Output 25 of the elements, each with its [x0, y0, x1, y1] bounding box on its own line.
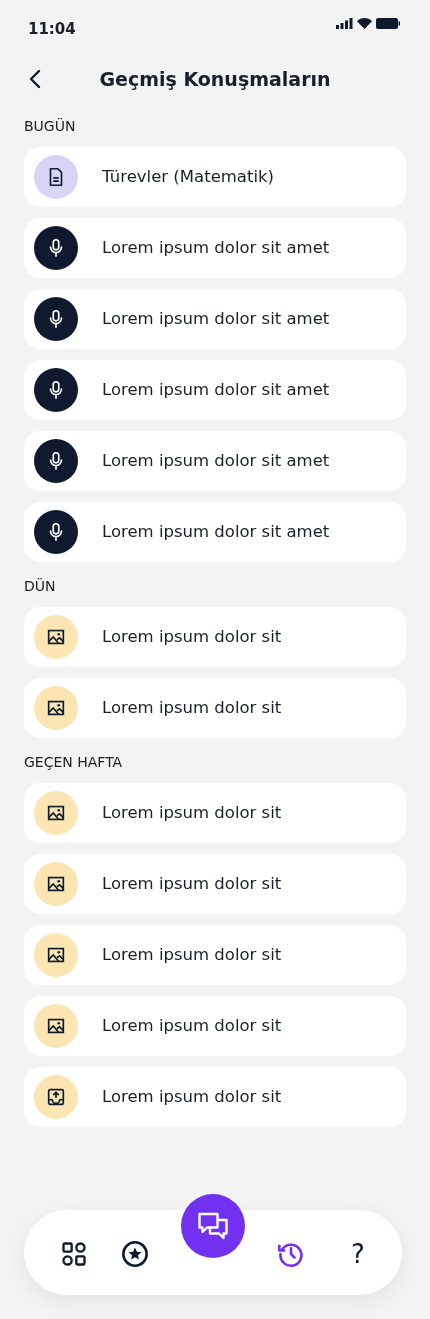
conversation-item[interactable]: Lorem ipsum dolor sit — [24, 925, 406, 985]
conversation-item[interactable]: Lorem ipsum dolor sit — [24, 996, 406, 1056]
history-icon — [277, 1240, 305, 1268]
section-heading: DÜN — [24, 577, 57, 596]
signal-icon — [336, 18, 353, 29]
conversation-item[interactable]: Lorem ipsum dolor sit — [24, 1067, 406, 1127]
conversation-item[interactable]: Türevler (Matematik) — [24, 147, 406, 207]
conversation-item[interactable]: Lorem ipsum dolor sit amet — [24, 431, 406, 491]
conversation-item[interactable]: Lorem ipsum dolor sit amet — [24, 218, 406, 278]
help-button[interactable]: ? — [338, 1234, 378, 1274]
upload-icon — [45, 1086, 67, 1108]
conversation-item[interactable]: Lorem ipsum dolor sit — [24, 678, 406, 738]
wifi-icon — [357, 18, 372, 29]
apps-icon — [60, 1240, 88, 1268]
conversation-item[interactable]: Lorem ipsum dolor sit amet — [24, 360, 406, 420]
screen-title: Geçmiş Konuşmaların — [98, 66, 332, 92]
conversation-item[interactable]: Lorem ipsum dolor sit — [24, 783, 406, 843]
conversation-item[interactable]: Lorem ipsum dolor sit amet — [24, 502, 406, 562]
conversation-item[interactable]: Lorem ipsum dolor sit — [24, 854, 406, 914]
conversation-item[interactable]: Lorem ipsum dolor sit — [24, 607, 406, 667]
battery-icon — [376, 18, 400, 29]
section-heading: BUGÜN — [24, 117, 77, 136]
status-time: 11:04 — [28, 19, 76, 40]
section-heading: GEÇEN HAFTA — [24, 753, 124, 772]
conversation-item[interactable]: Lorem ipsum dolor sit amet — [24, 289, 406, 349]
